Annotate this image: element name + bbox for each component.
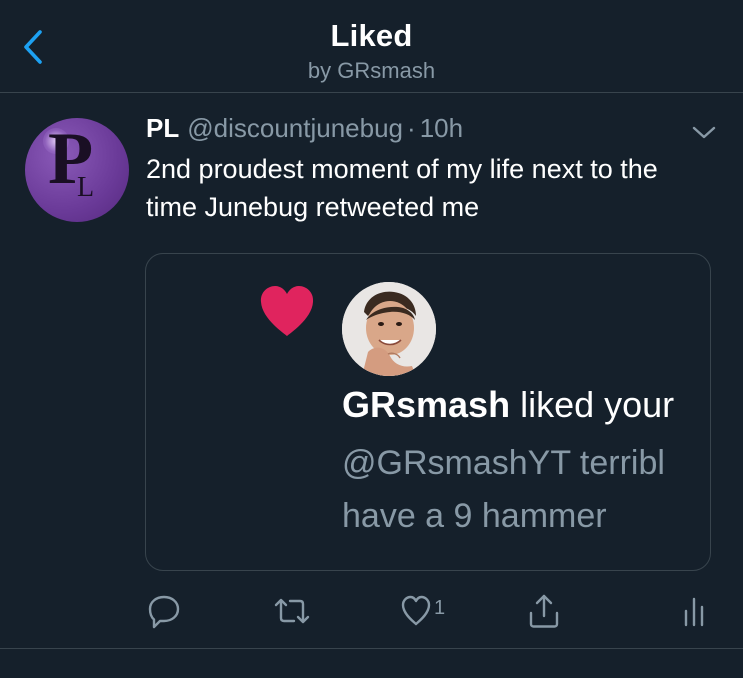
like-button[interactable] (400, 591, 432, 631)
person-photo (342, 282, 436, 376)
separator: · (407, 113, 416, 143)
analytics-button[interactable] (682, 591, 706, 631)
liker-avatar (342, 282, 436, 376)
chevron-down-icon (692, 126, 716, 139)
tweet-header: PL @discountjunebug · 10h (146, 113, 463, 144)
header: Liked by GRsmash (0, 0, 743, 93)
notification-action: liked your (520, 384, 675, 425)
tweet-media-image[interactable]: GRsmash liked your @GRsmashYT terribl ha… (145, 253, 711, 571)
timestamp[interactable]: 10h (420, 113, 463, 143)
like-count: 1 (434, 597, 446, 619)
share-icon (529, 594, 559, 628)
tweet-menu-button[interactable] (690, 123, 718, 143)
tweet-actions: 1 (0, 591, 743, 631)
handle[interactable]: @discountjunebug (187, 113, 403, 143)
share-button[interactable] (527, 591, 561, 631)
page-title: Liked (330, 18, 413, 53)
page-subtitle: by GRsmash (307, 58, 436, 83)
liked-by-screen: Liked by GRsmash P L PL @discountjunebug ·… (0, 0, 743, 678)
display-name[interactable]: PL (146, 113, 179, 143)
avatar-letter-l: L (77, 172, 95, 203)
avatar[interactable]: P L (25, 118, 129, 222)
reply-button[interactable] (146, 591, 182, 631)
heart-icon (401, 595, 431, 626)
quoted-text-line-2: have a 9 hammer (342, 497, 607, 535)
notification-name: GRsmash (342, 384, 511, 425)
quoted-text-line-1: @GRsmashYT terribl (342, 444, 665, 482)
heart-filled-icon (260, 286, 314, 336)
analytics-icon (684, 597, 704, 627)
tweet-text: 2nd proudest moment of my life next to t… (146, 154, 658, 222)
tweet[interactable]: P L PL @discountjunebug · 10h 2nd proudest … (0, 93, 743, 645)
reply-icon (148, 595, 180, 629)
retweet-button[interactable] (272, 591, 312, 631)
retweet-icon (274, 598, 310, 624)
notification-text: GRsmash liked your (342, 384, 674, 426)
divider (0, 648, 743, 649)
